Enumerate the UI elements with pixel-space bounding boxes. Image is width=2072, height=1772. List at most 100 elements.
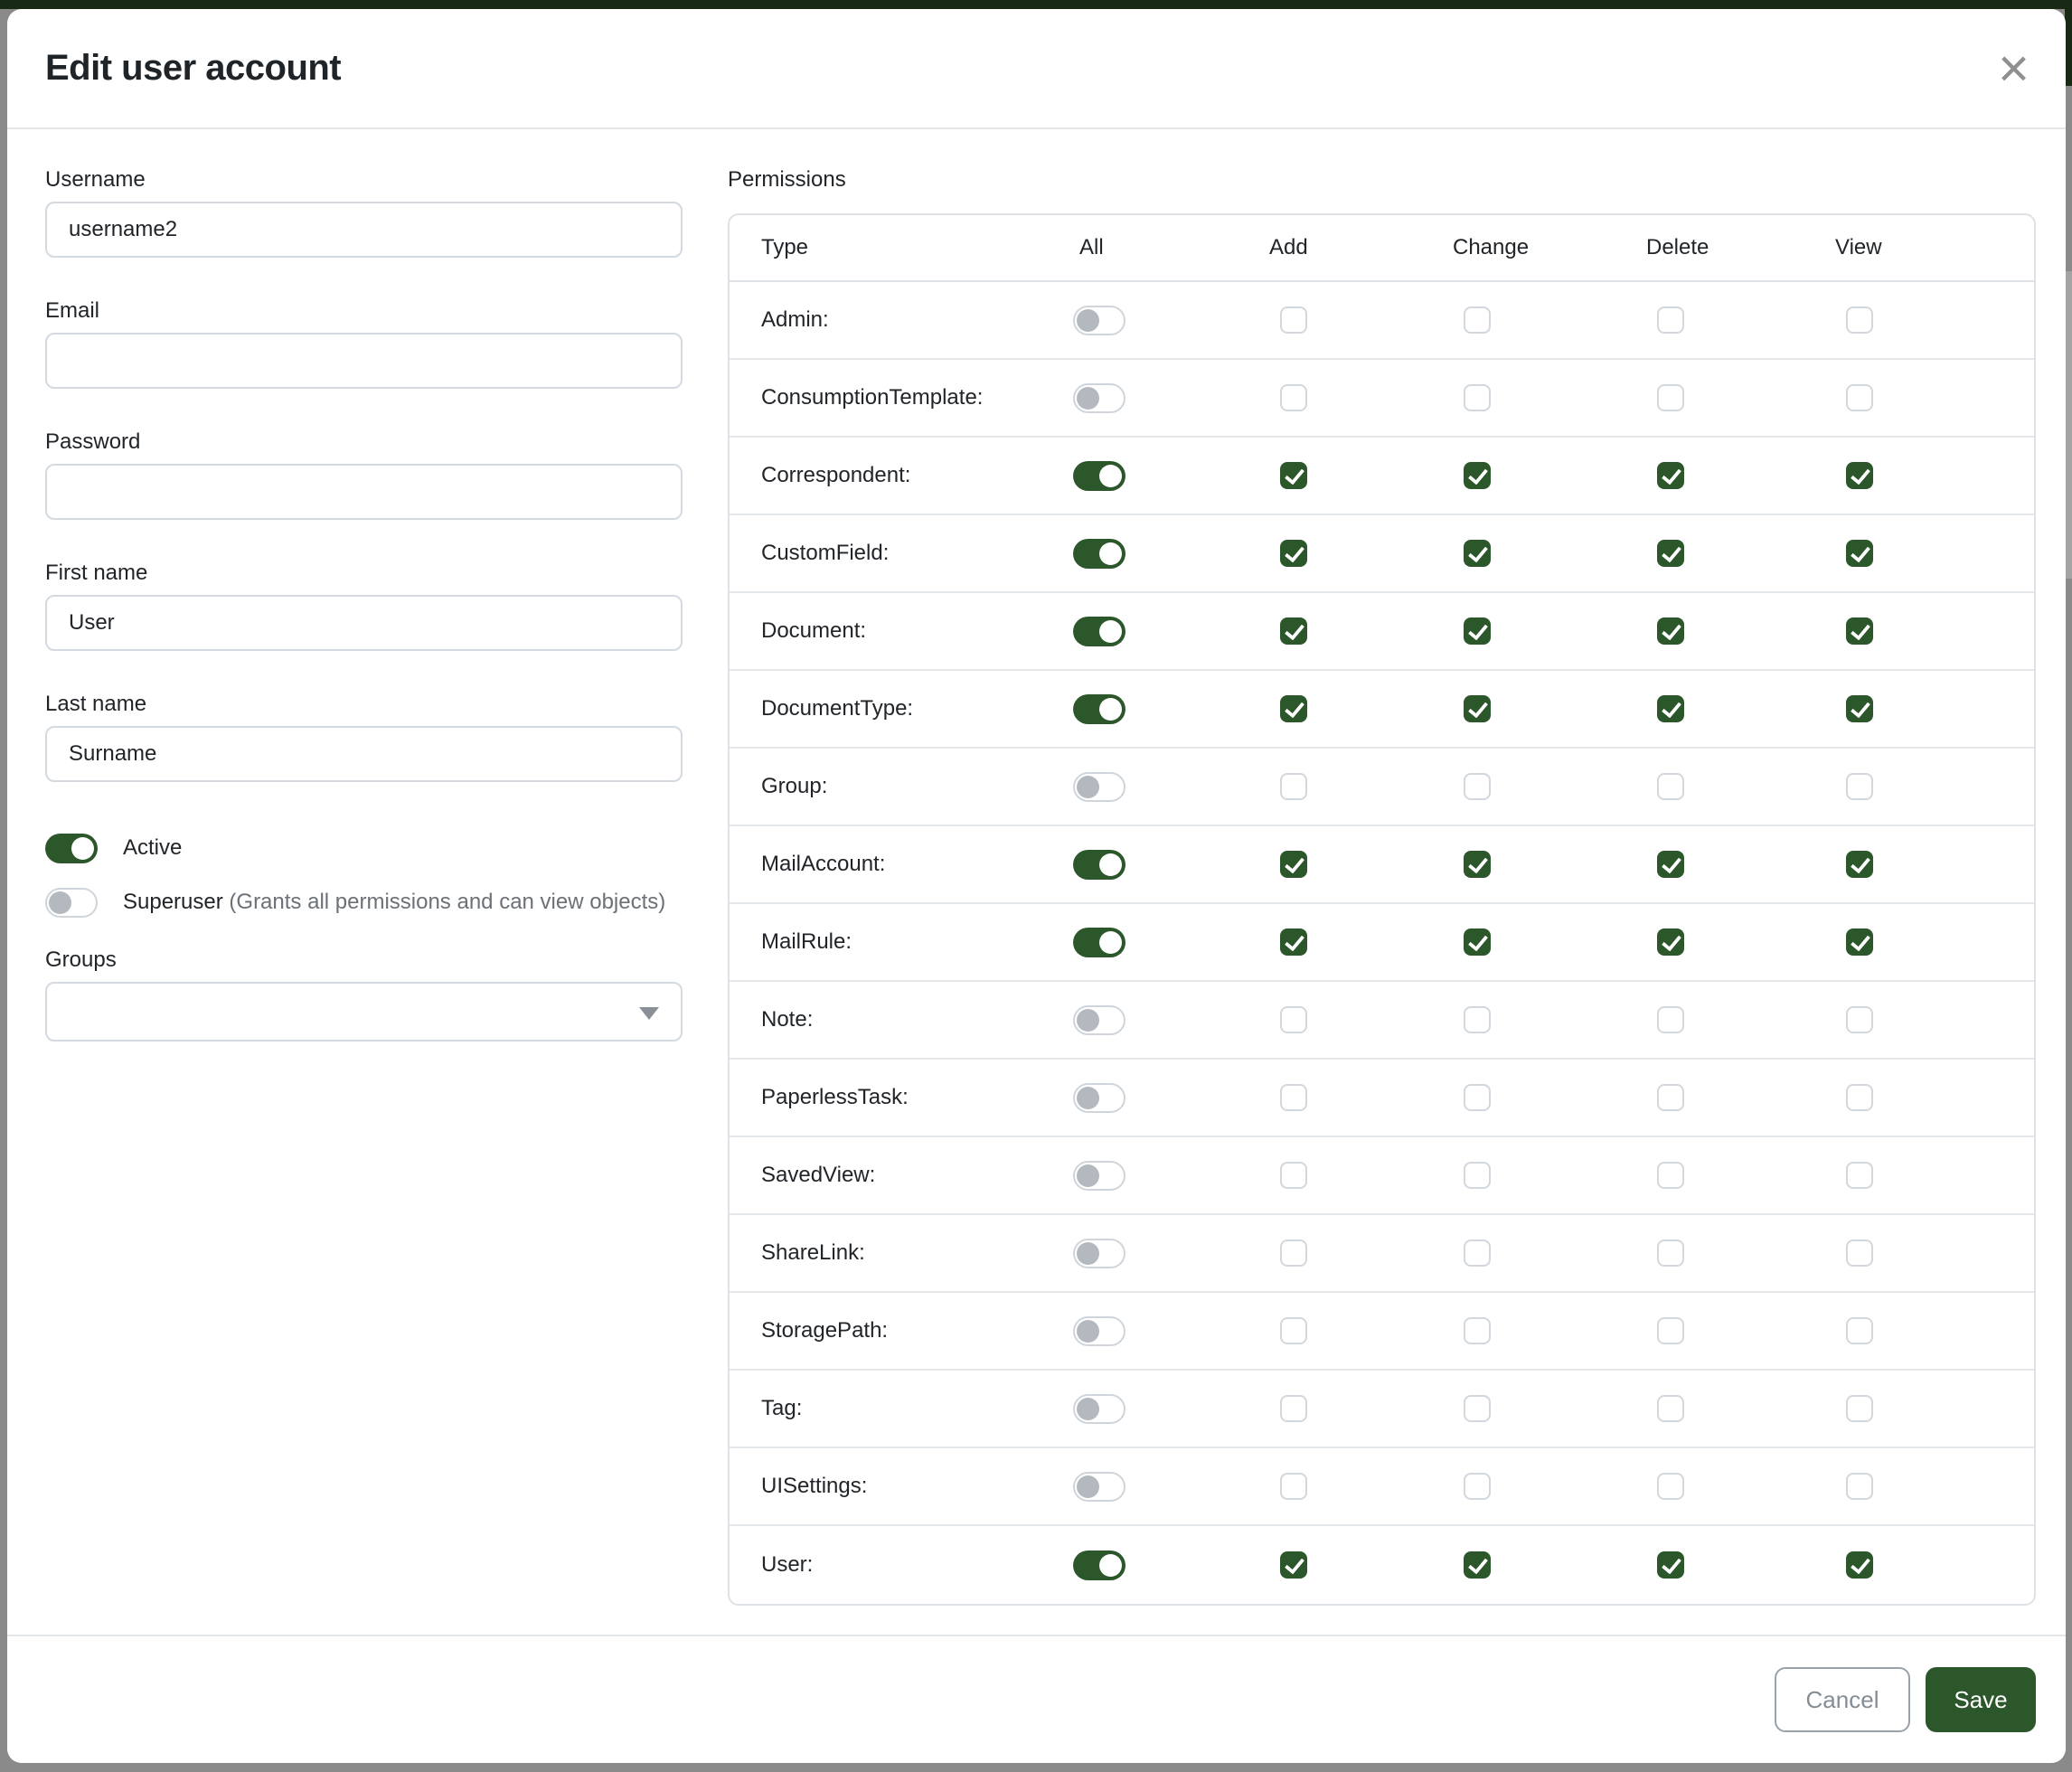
permission-delete-checkbox[interactable]: [1657, 851, 1684, 878]
permission-add-checkbox[interactable]: [1280, 1395, 1307, 1422]
permission-add-checkbox[interactable]: [1280, 540, 1307, 567]
permission-add-checkbox[interactable]: [1280, 306, 1307, 334]
permission-add-checkbox[interactable]: [1280, 462, 1307, 489]
password-field[interactable]: [45, 464, 683, 520]
permission-delete-checkbox[interactable]: [1657, 1006, 1684, 1033]
permission-add-checkbox[interactable]: [1280, 1084, 1307, 1111]
last-name-field[interactable]: [45, 726, 683, 782]
permission-all-toggle[interactable]: [1073, 772, 1125, 802]
permission-all-toggle[interactable]: [1073, 1550, 1125, 1580]
permission-change-checkbox[interactable]: [1464, 1317, 1491, 1344]
permission-change-checkbox[interactable]: [1464, 540, 1491, 567]
permission-change-checkbox[interactable]: [1464, 1395, 1491, 1422]
permission-change-checkbox[interactable]: [1464, 1551, 1491, 1579]
permission-add-checkbox[interactable]: [1280, 851, 1307, 878]
permission-add-checkbox[interactable]: [1280, 1317, 1307, 1344]
permission-change-checkbox[interactable]: [1464, 1473, 1491, 1500]
permission-view-checkbox[interactable]: [1846, 617, 1873, 645]
permission-change-checkbox[interactable]: [1464, 928, 1491, 956]
permission-delete-checkbox[interactable]: [1657, 462, 1684, 489]
permission-delete-checkbox[interactable]: [1657, 1395, 1684, 1422]
active-toggle[interactable]: [45, 834, 98, 863]
permission-all-toggle[interactable]: [1073, 539, 1125, 569]
permission-add-checkbox[interactable]: [1280, 1006, 1307, 1033]
permission-delete-checkbox[interactable]: [1657, 540, 1684, 567]
permission-all-toggle[interactable]: [1073, 1083, 1125, 1113]
permission-change-checkbox[interactable]: [1464, 1162, 1491, 1189]
permission-change-checkbox[interactable]: [1464, 1084, 1491, 1111]
permission-view-checkbox[interactable]: [1846, 540, 1873, 567]
permission-all-toggle[interactable]: [1073, 1472, 1125, 1502]
permission-add-checkbox[interactable]: [1280, 928, 1307, 956]
permission-all-toggle[interactable]: [1073, 306, 1125, 335]
permission-delete-checkbox[interactable]: [1657, 1239, 1684, 1267]
permission-view-checkbox[interactable]: [1846, 695, 1873, 722]
permission-view-checkbox[interactable]: [1846, 1473, 1873, 1500]
permission-change-checkbox[interactable]: [1464, 617, 1491, 645]
permission-add-checkbox[interactable]: [1280, 1239, 1307, 1267]
permission-all-toggle[interactable]: [1073, 1239, 1125, 1268]
permission-delete-checkbox[interactable]: [1657, 928, 1684, 956]
permission-type-label: UISettings:: [761, 1474, 867, 1499]
permission-all-toggle[interactable]: [1073, 617, 1125, 646]
permission-all-toggle[interactable]: [1073, 1316, 1125, 1346]
page-scrollbar-thumb[interactable]: [2065, 271, 2072, 579]
permission-delete-checkbox[interactable]: [1657, 1162, 1684, 1189]
permission-change-checkbox[interactable]: [1464, 773, 1491, 800]
permission-delete-checkbox[interactable]: [1657, 617, 1684, 645]
permission-view-checkbox[interactable]: [1846, 1551, 1873, 1579]
permission-view-checkbox[interactable]: [1846, 1006, 1873, 1033]
permission-all-toggle[interactable]: [1073, 1005, 1125, 1035]
permission-all-toggle[interactable]: [1073, 383, 1125, 413]
permission-add-checkbox[interactable]: [1280, 384, 1307, 411]
first-name-field[interactable]: [45, 595, 683, 651]
permission-add-checkbox[interactable]: [1280, 617, 1307, 645]
permission-all-toggle[interactable]: [1073, 1161, 1125, 1191]
permission-change-checkbox[interactable]: [1464, 1239, 1491, 1267]
permission-delete-checkbox[interactable]: [1657, 384, 1684, 411]
permission-all-toggle[interactable]: [1073, 694, 1125, 724]
permission-add-checkbox[interactable]: [1280, 1473, 1307, 1500]
permission-view-checkbox[interactable]: [1846, 384, 1873, 411]
permission-all-toggle[interactable]: [1073, 1394, 1125, 1424]
username-field[interactable]: [45, 202, 683, 258]
permission-delete-checkbox[interactable]: [1657, 306, 1684, 334]
permission-all-toggle[interactable]: [1073, 461, 1125, 491]
permission-view-checkbox[interactable]: [1846, 928, 1873, 956]
permission-view-checkbox[interactable]: [1846, 851, 1873, 878]
permission-view-checkbox[interactable]: [1846, 1162, 1873, 1189]
permission-change-checkbox[interactable]: [1464, 1006, 1491, 1033]
permission-all-toggle[interactable]: [1073, 850, 1125, 880]
permission-change-checkbox[interactable]: [1464, 695, 1491, 722]
permission-view-checkbox[interactable]: [1846, 1395, 1873, 1422]
save-button[interactable]: Save: [1926, 1667, 2036, 1732]
cancel-button[interactable]: Cancel: [1775, 1667, 1910, 1732]
close-icon[interactable]: ×: [1998, 42, 2030, 96]
permission-delete-checkbox[interactable]: [1657, 773, 1684, 800]
permission-add-checkbox[interactable]: [1280, 1551, 1307, 1579]
permission-change-checkbox[interactable]: [1464, 306, 1491, 334]
permission-change-checkbox[interactable]: [1464, 462, 1491, 489]
permission-delete-checkbox[interactable]: [1657, 695, 1684, 722]
superuser-toggle[interactable]: [45, 888, 98, 918]
permission-view-checkbox[interactable]: [1846, 773, 1873, 800]
permission-change-checkbox[interactable]: [1464, 384, 1491, 411]
permission-delete-checkbox[interactable]: [1657, 1317, 1684, 1344]
permission-change-checkbox[interactable]: [1464, 851, 1491, 878]
permission-delete-checkbox[interactable]: [1657, 1551, 1684, 1579]
permission-add-checkbox[interactable]: [1280, 773, 1307, 800]
email-field[interactable]: [45, 333, 683, 389]
groups-select[interactable]: [45, 982, 683, 1042]
permission-view-checkbox[interactable]: [1846, 1084, 1873, 1111]
permission-add-checkbox[interactable]: [1280, 1162, 1307, 1189]
toggle-knob: [1077, 1009, 1099, 1032]
permission-all-toggle[interactable]: [1073, 928, 1125, 957]
permission-view-checkbox[interactable]: [1846, 462, 1873, 489]
permission-add-checkbox[interactable]: [1280, 695, 1307, 722]
permission-delete-checkbox[interactable]: [1657, 1084, 1684, 1111]
permission-view-checkbox[interactable]: [1846, 306, 1873, 334]
permission-view-checkbox[interactable]: [1846, 1239, 1873, 1267]
permission-type-label: Admin:: [761, 307, 829, 333]
permission-view-checkbox[interactable]: [1846, 1317, 1873, 1344]
permission-delete-checkbox[interactable]: [1657, 1473, 1684, 1500]
